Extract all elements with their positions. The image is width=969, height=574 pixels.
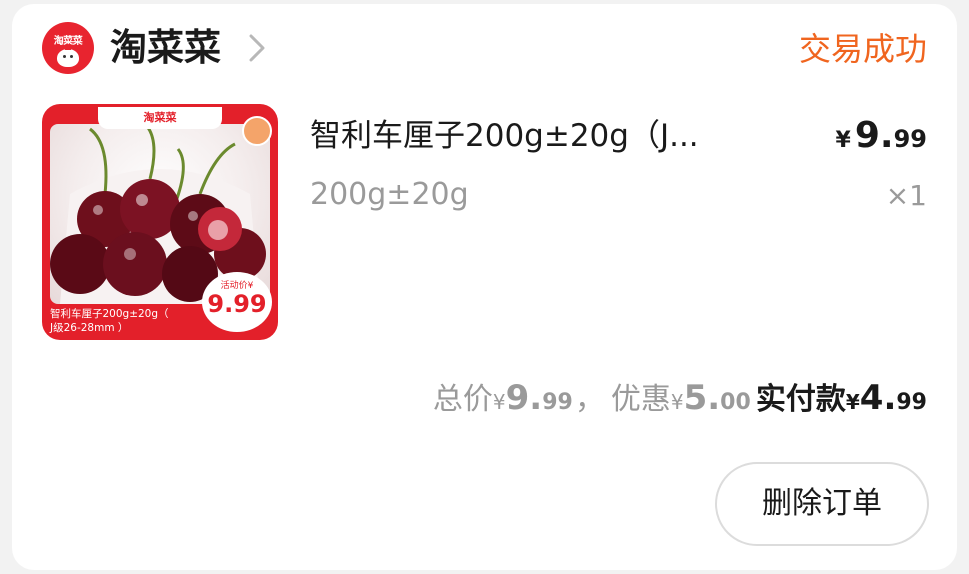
- paid-label: 实付款: [755, 382, 846, 417]
- unit-price-currency: ¥: [835, 128, 851, 153]
- shop-name[interactable]: 淘菜菜: [110, 22, 221, 74]
- paid-currency: ¥: [845, 390, 860, 414]
- discount-currency: ¥: [670, 390, 684, 414]
- order-status: 交易成功: [798, 30, 927, 68]
- price-summary: 总价¥9.99， 优惠¥5.00 实付款¥4.99: [433, 374, 927, 428]
- discount-decimal: 00: [720, 390, 751, 415]
- unit-price: ¥9.99: [836, 112, 927, 166]
- unit-price-decimal: 99: [893, 125, 927, 153]
- order-card[interactable]: 淘菜菜 淘菜菜 交易成功 淘菜菜 智利车厘子200g±20g（ J级26-28m…: [12, 4, 957, 570]
- total-integer: 9.: [505, 378, 543, 418]
- total-decimal: 99: [542, 390, 573, 415]
- total-label: 总价: [432, 382, 493, 417]
- summary-separator: ，: [574, 382, 605, 417]
- shop-logo[interactable]: 淘菜菜: [42, 22, 94, 74]
- unit-price-integer: 9.: [854, 115, 894, 156]
- product-spec: 200g±20g: [310, 177, 469, 212]
- discount-integer: 5.: [683, 378, 721, 418]
- image-caption-line1: 智利车厘子200g±20g（: [50, 308, 169, 320]
- delete-order-button[interactable]: 删除订单: [715, 462, 929, 546]
- paid-integer: 4.: [859, 378, 897, 418]
- product-image[interactable]: 淘菜菜 智利车厘子200g±20g（ J级26-28mm ） 活动价¥ 9.99: [42, 104, 278, 340]
- image-caption-line2: J级26-28mm ）: [50, 322, 129, 334]
- quantity: ×1: [885, 179, 927, 212]
- chick-mascot-icon: [57, 44, 79, 67]
- image-brand-tag: 淘菜菜: [98, 107, 222, 129]
- image-price-badge: 活动价¥ 9.99: [202, 272, 272, 332]
- chevron-right-icon[interactable]: [242, 30, 272, 66]
- badge-price: 9.99: [207, 290, 267, 318]
- decor-ring-icon: [242, 116, 272, 146]
- product-title[interactable]: 智利车厘子200g±20g（J...: [310, 112, 780, 160]
- discount-label: 优惠: [610, 382, 671, 417]
- paid-decimal: 99: [896, 390, 927, 415]
- image-caption: 智利车厘子200g±20g（ J级26-28mm ）: [50, 307, 200, 335]
- total-currency: ¥: [492, 390, 506, 414]
